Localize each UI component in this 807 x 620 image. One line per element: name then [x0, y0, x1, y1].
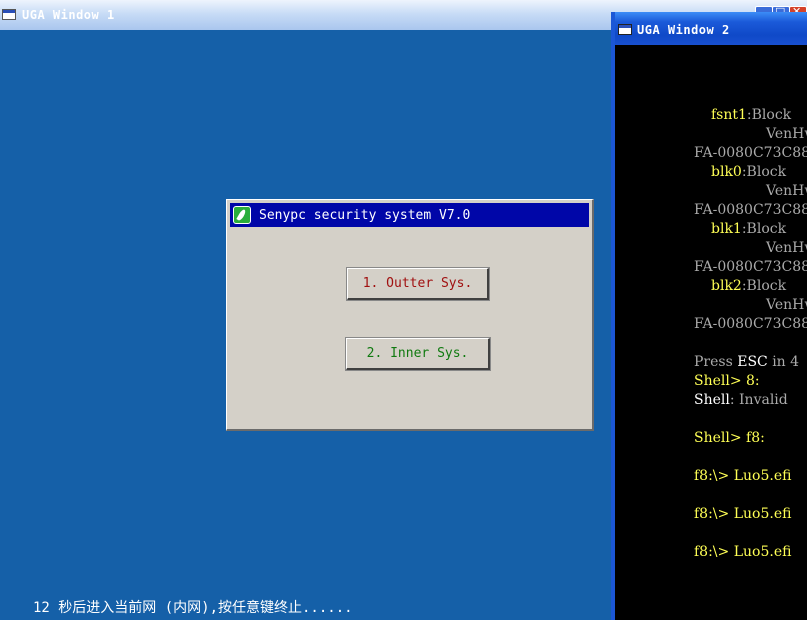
console-line: f8:\> Luo5.efi — [694, 505, 791, 524]
shell-word: Shell — [694, 392, 730, 408]
dialog-titlebar: Senypc security system V7.0 — [230, 203, 589, 227]
shell-command: 8: — [741, 373, 760, 389]
leaf-logo-icon — [233, 206, 251, 224]
device-desc: :Block — [741, 221, 787, 237]
press-text: Press — [694, 354, 738, 370]
console-line: f8:\> Luo5.efi — [694, 467, 791, 486]
device-desc: :Block — [741, 278, 787, 294]
shell-prompt: Shell> — [694, 430, 742, 446]
shell-command: f8: — [741, 430, 765, 446]
console-line: VenHw — [766, 297, 807, 313]
dialog-title: Senypc security system V7.0 — [259, 208, 471, 223]
console-line: blk2:Block — [711, 277, 786, 296]
window-icon — [618, 24, 632, 35]
inner-sys-button[interactable]: 2. Inner Sys. — [345, 337, 491, 371]
device-name: fsnt1 — [711, 107, 747, 123]
console-line: VenHw — [766, 126, 807, 142]
device-desc: :Block — [741, 164, 787, 180]
console-line: Press ESC in 4 — [694, 353, 799, 372]
console-line: blk0:Block — [711, 163, 786, 182]
security-dialog: Senypc security system V7.0 1. Outter Sy… — [226, 199, 594, 431]
console-line: Shell: Invalid — [694, 391, 788, 410]
console-line: FA-0080C73C888 — [694, 202, 807, 218]
console-line: f8:\> Luo5.efi — [694, 543, 791, 562]
window2-titlebar[interactable]: UGA Window 2 — [615, 12, 807, 45]
console-line: Shell> f8: — [694, 429, 765, 448]
console-line: FA-0080C73C888 — [694, 145, 807, 161]
window2-title: UGA Window 2 — [637, 23, 730, 37]
f8-command: Luo5.efi — [729, 468, 792, 484]
f8-prompt: f8:\> — [694, 544, 730, 560]
outter-sys-button[interactable]: 1. Outter Sys. — [346, 267, 490, 301]
console-line: Shell> 8: — [694, 372, 760, 391]
window2: UGA Window 2 fsnt1:Block VenHw FA-0080C7… — [611, 12, 807, 620]
window1-title: UGA Window 1 — [22, 8, 115, 22]
console-line: VenHw — [766, 183, 807, 199]
shell-error: : Invalid — [729, 392, 788, 408]
esc-key-text: ESC — [737, 354, 768, 370]
device-name: blk2 — [711, 278, 742, 294]
f8-prompt: f8:\> — [694, 468, 730, 484]
window-icon — [2, 9, 16, 20]
countdown-status: 12 秒后进入当前网 (内网),按任意键终止...... — [33, 600, 353, 616]
f8-command: Luo5.efi — [729, 506, 792, 522]
device-name: blk1 — [711, 221, 742, 237]
console-line: FA-0080C73C888 — [694, 259, 807, 275]
press-text-end: in 4 — [767, 354, 800, 370]
device-desc: :Block — [746, 107, 792, 123]
f8-prompt: f8:\> — [694, 506, 730, 522]
f8-command: Luo5.efi — [729, 544, 792, 560]
console-line: fsnt1:Block — [711, 106, 791, 125]
console-line: FA-0080C73C888 — [694, 316, 807, 332]
device-name: blk0 — [711, 164, 742, 180]
console-line: blk1:Block — [711, 220, 786, 239]
console-line: VenHw — [766, 240, 807, 256]
shell-prompt: Shell> — [694, 373, 742, 389]
